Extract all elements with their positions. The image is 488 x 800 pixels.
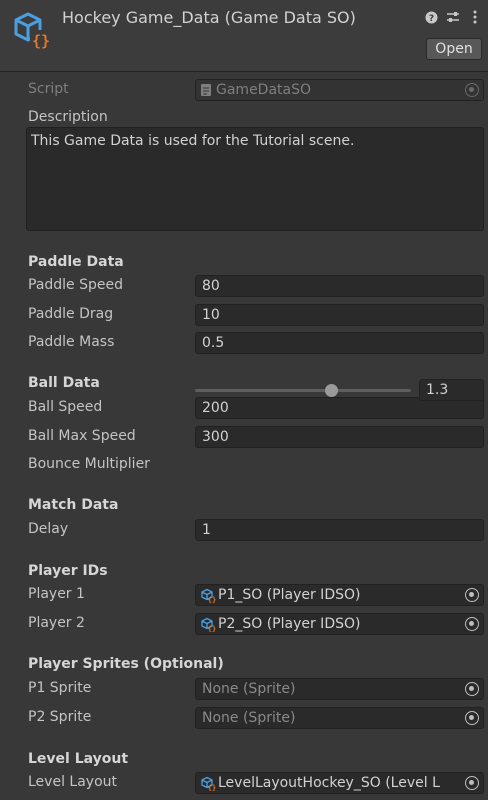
player-2-value: P2_SO (Player IDSO) bbox=[218, 616, 361, 632]
object-picker-icon[interactable] bbox=[465, 776, 479, 790]
bounce-slider-handle[interactable] bbox=[324, 384, 338, 397]
object-picker-icon[interactable] bbox=[465, 588, 479, 602]
player-1-value: P1_SO (Player IDSO) bbox=[218, 587, 361, 603]
p2-sprite-label: P2 Sprite bbox=[28, 709, 92, 725]
bounce-multiplier-label: Bounce Multiplier bbox=[28, 456, 150, 472]
description-textarea[interactable]: This Game Data is used for the Tutorial … bbox=[26, 127, 484, 231]
scriptable-object-icon: {} bbox=[14, 12, 52, 50]
preset-icon[interactable] bbox=[446, 10, 460, 24]
inspector-body: Script GameDataSO Description This Game … bbox=[0, 73, 488, 800]
description-label: Description bbox=[28, 109, 108, 125]
svg-text:{}: {} bbox=[208, 596, 216, 603]
bounce-multiplier-field[interactable]: 1.3 bbox=[419, 379, 484, 401]
match-data-header: Match Data bbox=[28, 497, 119, 513]
script-label: Script bbox=[28, 81, 69, 97]
scriptable-object-icon: {} bbox=[201, 588, 216, 603]
level-layout-field[interactable]: {} LevelLayoutHockey_SO (Level L bbox=[195, 772, 484, 794]
paddle-drag-label: Paddle Drag bbox=[28, 306, 114, 322]
script-file-icon bbox=[201, 84, 211, 96]
svg-text:{}: {} bbox=[208, 784, 216, 791]
player-1-field[interactable]: {} P1_SO (Player IDSO) bbox=[195, 584, 484, 606]
player-1-label: Player 1 bbox=[28, 586, 85, 602]
paddle-drag-field[interactable]: 10 bbox=[195, 304, 484, 326]
bounce-slider-track[interactable] bbox=[195, 389, 411, 392]
object-picker-icon[interactable] bbox=[465, 682, 479, 696]
delay-field[interactable]: 1 bbox=[195, 519, 484, 541]
level-layout-value: LevelLayoutHockey_SO (Level L bbox=[218, 775, 440, 791]
object-picker-icon[interactable] bbox=[465, 711, 479, 725]
paddle-speed-label: Paddle Speed bbox=[28, 277, 124, 293]
paddle-mass-label: Paddle Mass bbox=[28, 334, 115, 350]
p2-sprite-value: None (Sprite) bbox=[202, 710, 296, 726]
player-2-label: Player 2 bbox=[28, 615, 85, 631]
paddle-data-header: Paddle Data bbox=[28, 254, 124, 270]
inspector-header: {} Hockey Game_Data (Game Data SO) ? Ope… bbox=[0, 0, 488, 72]
p1-sprite-value: None (Sprite) bbox=[202, 681, 296, 697]
p2-sprite-field[interactable]: None (Sprite) bbox=[195, 707, 484, 729]
svg-text:?: ? bbox=[428, 14, 433, 24]
p1-sprite-label: P1 Sprite bbox=[28, 680, 92, 696]
level-layout-label: Level Layout bbox=[28, 774, 117, 790]
ball-speed-label: Ball Speed bbox=[28, 399, 103, 415]
ball-data-header: Ball Data bbox=[28, 375, 100, 391]
player-sprites-header: Player Sprites (Optional) bbox=[28, 656, 224, 672]
script-field: GameDataSO bbox=[195, 79, 484, 101]
svg-text:{}: {} bbox=[208, 625, 216, 632]
p1-sprite-field[interactable]: None (Sprite) bbox=[195, 678, 484, 700]
scriptable-object-icon: {} bbox=[201, 617, 216, 632]
ball-max-speed-label: Ball Max Speed bbox=[28, 428, 136, 444]
level-layout-header: Level Layout bbox=[28, 751, 129, 767]
help-icon[interactable]: ? bbox=[424, 10, 438, 24]
object-picker-icon[interactable] bbox=[465, 83, 479, 97]
ball-max-speed-field[interactable]: 300 bbox=[195, 426, 484, 448]
paddle-mass-field[interactable]: 0.5 bbox=[195, 332, 484, 354]
player-ids-header: Player IDs bbox=[28, 563, 108, 579]
paddle-speed-field[interactable]: 80 bbox=[195, 275, 484, 297]
player-2-field[interactable]: {} P2_SO (Player IDSO) bbox=[195, 613, 484, 635]
object-picker-icon[interactable] bbox=[465, 617, 479, 631]
svg-text:{}: {} bbox=[32, 32, 50, 50]
kebab-menu-icon[interactable] bbox=[468, 10, 482, 24]
inspector-title: Hockey Game_Data (Game Data SO) bbox=[62, 8, 356, 27]
open-button[interactable]: Open bbox=[426, 38, 482, 60]
delay-label: Delay bbox=[28, 521, 69, 537]
script-value: GameDataSO bbox=[216, 82, 312, 98]
scriptable-object-icon: {} bbox=[201, 776, 216, 791]
